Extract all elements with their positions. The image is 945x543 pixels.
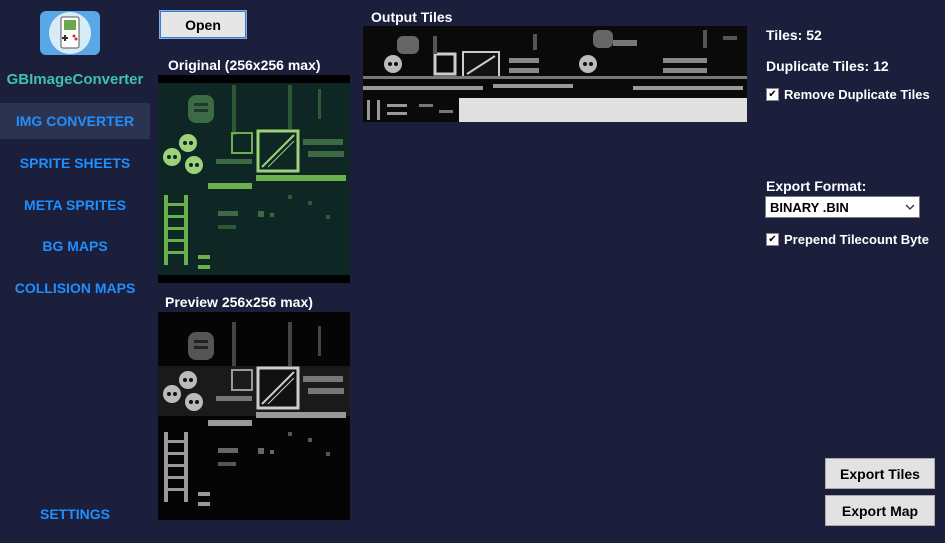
sidebar-item-meta-sprites[interactable]: META SPRITES: [0, 187, 150, 223]
prepend-tilecount-label: Prepend Tilecount Byte: [784, 232, 929, 247]
app-name: GBImageConverter: [6, 71, 144, 88]
duplicate-tiles-count: Duplicate Tiles: 12: [766, 58, 889, 74]
export-tiles-button[interactable]: Export Tiles: [825, 458, 935, 489]
checkmark-icon: ✔: [768, 89, 777, 100]
sidebar-item-img-converter[interactable]: IMG CONVERTER: [0, 103, 150, 139]
export-map-button[interactable]: Export Map: [825, 495, 935, 526]
preview-title: Preview 256x256 max): [165, 294, 313, 310]
output-tiles-image: [363, 26, 747, 122]
app-logo: [40, 11, 100, 55]
sidebar-item-collision-maps[interactable]: COLLISION MAPS: [0, 270, 150, 306]
original-image: [158, 75, 350, 283]
sidebar-item-settings[interactable]: SETTINGS: [0, 496, 150, 532]
chevron-down-icon: [905, 204, 915, 210]
original-title: Original (256x256 max): [168, 57, 321, 73]
gameboy-icon: [49, 12, 91, 54]
output-tiles-title: Output Tiles: [371, 9, 453, 25]
sidebar-item-sprite-sheets[interactable]: SPRITE SHEETS: [0, 145, 150, 181]
open-button[interactable]: Open: [159, 10, 247, 39]
checkmark-icon: ✔: [768, 234, 777, 245]
remove-duplicates-label: Remove Duplicate Tiles: [784, 87, 930, 102]
prepend-tilecount-checkbox[interactable]: ✔: [766, 233, 779, 246]
tiles-count: Tiles: 52: [766, 27, 822, 43]
sidebar-item-bg-maps[interactable]: BG MAPS: [0, 228, 150, 264]
export-format-select[interactable]: BINARY .BIN: [765, 196, 920, 218]
export-format-value: BINARY .BIN: [770, 199, 849, 215]
remove-duplicates-checkbox[interactable]: ✔: [766, 88, 779, 101]
preview-image: [158, 312, 350, 520]
export-format-label: Export Format:: [766, 178, 867, 194]
